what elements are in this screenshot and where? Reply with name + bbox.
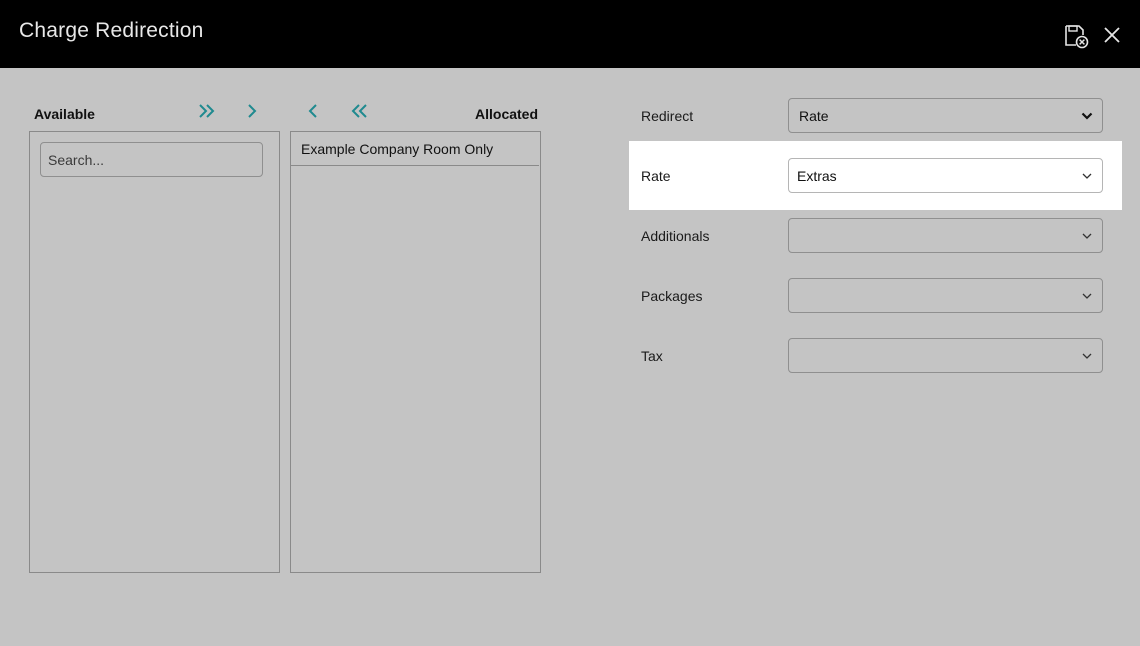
rate-select-value: Extras bbox=[797, 168, 837, 184]
chevron-down-icon bbox=[1082, 233, 1092, 239]
additionals-select[interactable] bbox=[788, 218, 1103, 253]
double-chevron-right-icon bbox=[199, 104, 215, 118]
save-button[interactable] bbox=[1062, 22, 1090, 50]
available-header: Available bbox=[34, 106, 95, 122]
move-left-button[interactable] bbox=[305, 102, 321, 125]
close-button[interactable] bbox=[1101, 24, 1123, 46]
move-all-right-button[interactable] bbox=[197, 102, 217, 125]
allocated-header: Allocated bbox=[475, 106, 539, 122]
allocated-list[interactable]: Example Company Room Only bbox=[290, 131, 541, 573]
redirect-label: Redirect bbox=[641, 108, 694, 124]
rate-select[interactable]: Extras bbox=[788, 158, 1103, 193]
additionals-label: Additionals bbox=[641, 228, 710, 244]
tax-select[interactable] bbox=[788, 338, 1103, 373]
save-cancel-icon bbox=[1065, 25, 1089, 49]
chevron-down-icon bbox=[1082, 353, 1092, 359]
chevron-down-icon bbox=[1081, 112, 1093, 120]
redirect-select[interactable]: Rate bbox=[788, 98, 1103, 133]
packages-select[interactable] bbox=[788, 278, 1103, 313]
move-right-button[interactable] bbox=[244, 102, 260, 125]
rate-label: Rate bbox=[641, 168, 671, 184]
dialog-header: Charge Redirection bbox=[0, 0, 1140, 68]
redirect-select-value: Rate bbox=[799, 108, 829, 124]
list-item[interactable]: Example Company Room Only bbox=[291, 132, 539, 166]
search-input[interactable] bbox=[40, 142, 263, 177]
chevron-down-icon bbox=[1082, 293, 1092, 299]
chevron-left-icon bbox=[308, 104, 317, 118]
chevron-right-icon bbox=[248, 104, 257, 118]
move-all-left-button[interactable] bbox=[349, 102, 369, 125]
tax-label: Tax bbox=[641, 348, 663, 364]
double-chevron-left-icon bbox=[351, 104, 367, 118]
close-icon bbox=[1104, 27, 1120, 43]
packages-label: Packages bbox=[641, 288, 703, 304]
available-list[interactable] bbox=[29, 131, 280, 573]
chevron-down-icon bbox=[1082, 173, 1092, 179]
dialog-title: Charge Redirection bbox=[19, 19, 204, 42]
